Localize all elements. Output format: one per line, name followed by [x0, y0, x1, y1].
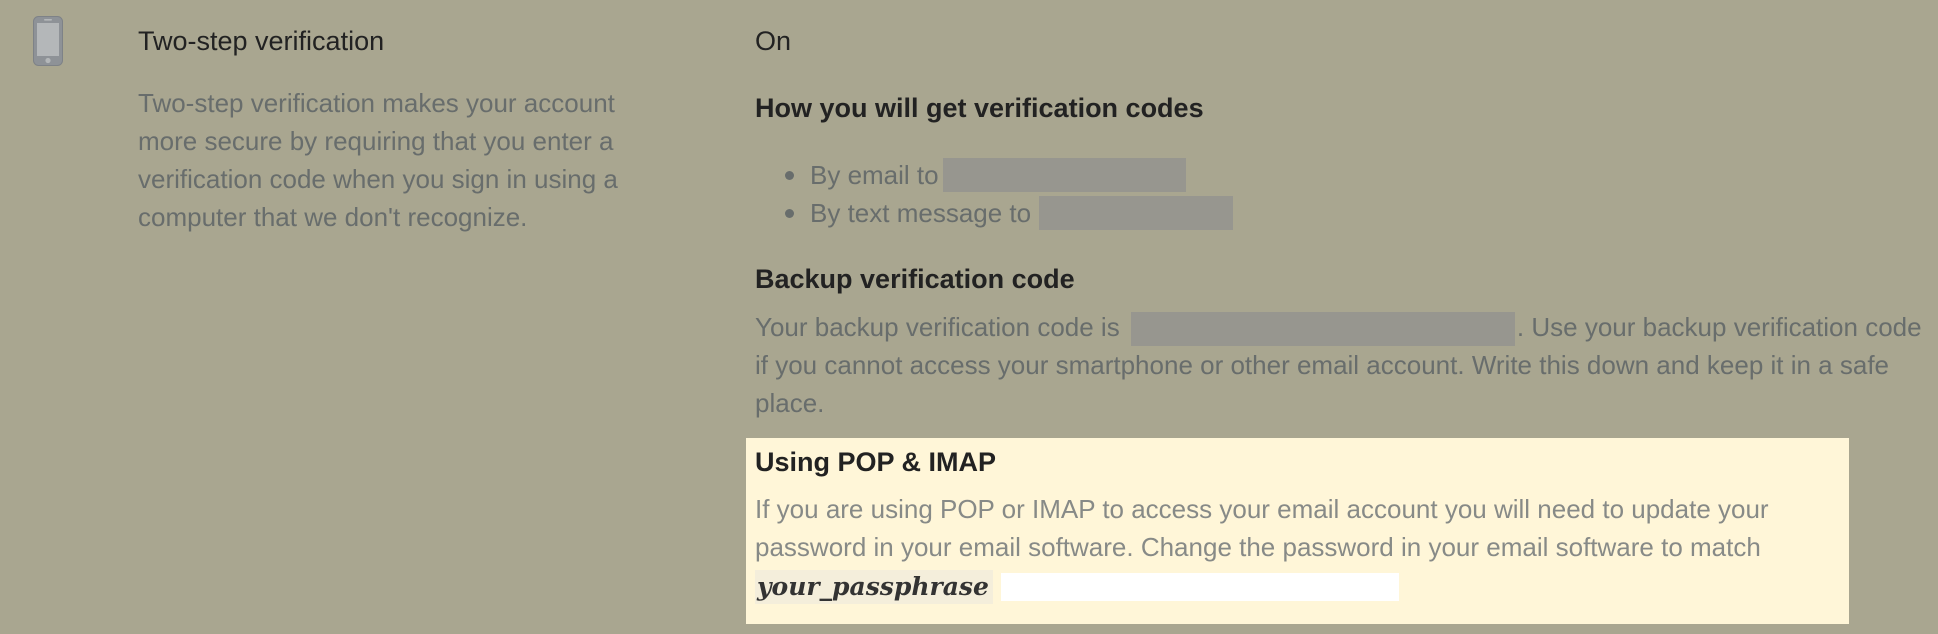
backup-text-before: Your backup verification code is: [755, 312, 1127, 342]
pop-imap-description: If you are using POP or IMAP to access y…: [755, 494, 1769, 562]
list-item: By text message to: [755, 194, 1234, 232]
smartphone-icon: [32, 15, 64, 67]
redacted-phone-number: [1039, 196, 1234, 231]
bullet-icon: [785, 171, 794, 180]
two-step-status: On: [755, 26, 792, 56]
passphrase-label: your_passphrase: [755, 570, 993, 604]
bullet-icon: [785, 209, 794, 218]
email-method-label: By email to: [810, 160, 939, 190]
section-description: Two-step verification makes your account…: [138, 88, 618, 232]
redacted-email: [942, 158, 1186, 193]
passphrase-value-field[interactable]: [1000, 573, 1399, 601]
pop-imap-notice: Using POP & IMAP If you are using POP or…: [746, 438, 1849, 624]
verification-methods-list: By email to By text message to: [755, 156, 1234, 232]
pop-imap-heading: Using POP & IMAP: [755, 447, 997, 477]
section-title: Two-step verification: [138, 26, 385, 56]
backup-code-heading: Backup verification code: [755, 264, 1075, 294]
verification-methods-heading: How you will get verification codes: [755, 93, 1204, 123]
passphrase-line: your_passphrase: [755, 570, 1399, 606]
sms-method-label: By text message to: [810, 198, 1032, 228]
list-item: By email to: [755, 156, 1233, 194]
backup-code-description: Your backup verification code is . Use y…: [755, 308, 1935, 422]
redacted-backup-code: [1130, 312, 1515, 347]
